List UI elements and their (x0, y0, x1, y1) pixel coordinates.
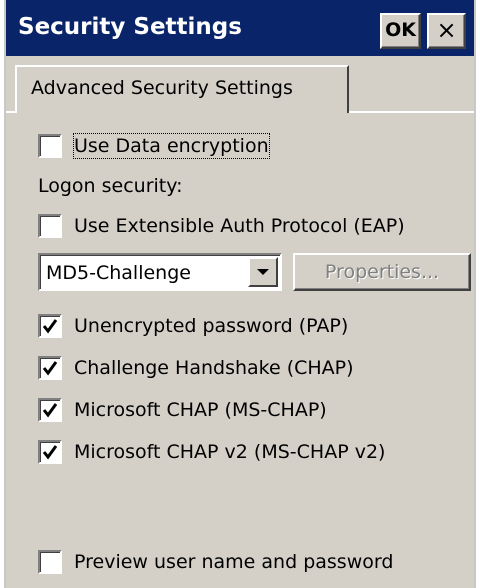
close-button[interactable]: × (427, 13, 466, 49)
properties-label: Properties... (324, 261, 440, 283)
eap-checkbox[interactable] (38, 214, 62, 238)
ms-chap-checkbox[interactable] (38, 398, 62, 422)
checkmark-icon (42, 445, 58, 460)
chevron-down-icon (257, 269, 269, 275)
data-encryption-label[interactable]: Use Data encryption (73, 133, 270, 159)
title-bar: Security Settings OK × (6, 0, 474, 56)
security-settings-window: Security Settings OK × Advanced Security… (4, 0, 476, 588)
pap-label[interactable]: Unencrypted password (PAP) (74, 314, 348, 338)
data-encryption-checkbox[interactable] (38, 134, 62, 158)
tab-label: Advanced Security Settings (31, 77, 293, 99)
preview-label[interactable]: Preview user name and password (74, 550, 393, 574)
tab-advanced-security-settings[interactable]: Advanced Security Settings (15, 65, 349, 113)
checkmark-icon (42, 361, 58, 376)
properties-button[interactable]: Properties... (293, 253, 471, 291)
checkmark-icon (42, 403, 58, 418)
checkmark-icon (42, 319, 58, 334)
ok-button[interactable]: OK (380, 13, 421, 49)
dropdown-arrow-button[interactable] (248, 257, 278, 287)
chap-label[interactable]: Challenge Handshake (CHAP) (74, 356, 354, 380)
eap-type-dropdown[interactable]: MD5-Challenge (38, 253, 282, 291)
eap-type-value: MD5-Challenge (46, 262, 191, 284)
window-title: Security Settings (18, 14, 242, 40)
preview-checkbox[interactable] (38, 550, 62, 574)
ms-chap-v2-checkbox[interactable] (38, 440, 62, 464)
ms-chap-label[interactable]: Microsoft CHAP (MS-CHAP) (74, 398, 327, 422)
eap-label[interactable]: Use Extensible Auth Protocol (EAP) (74, 214, 405, 238)
logon-security-label: Logon security: (38, 175, 183, 197)
chap-checkbox[interactable] (38, 356, 62, 380)
ms-chap-v2-label[interactable]: Microsoft CHAP v2 (MS-CHAP v2) (74, 440, 385, 464)
pap-checkbox[interactable] (38, 314, 62, 338)
